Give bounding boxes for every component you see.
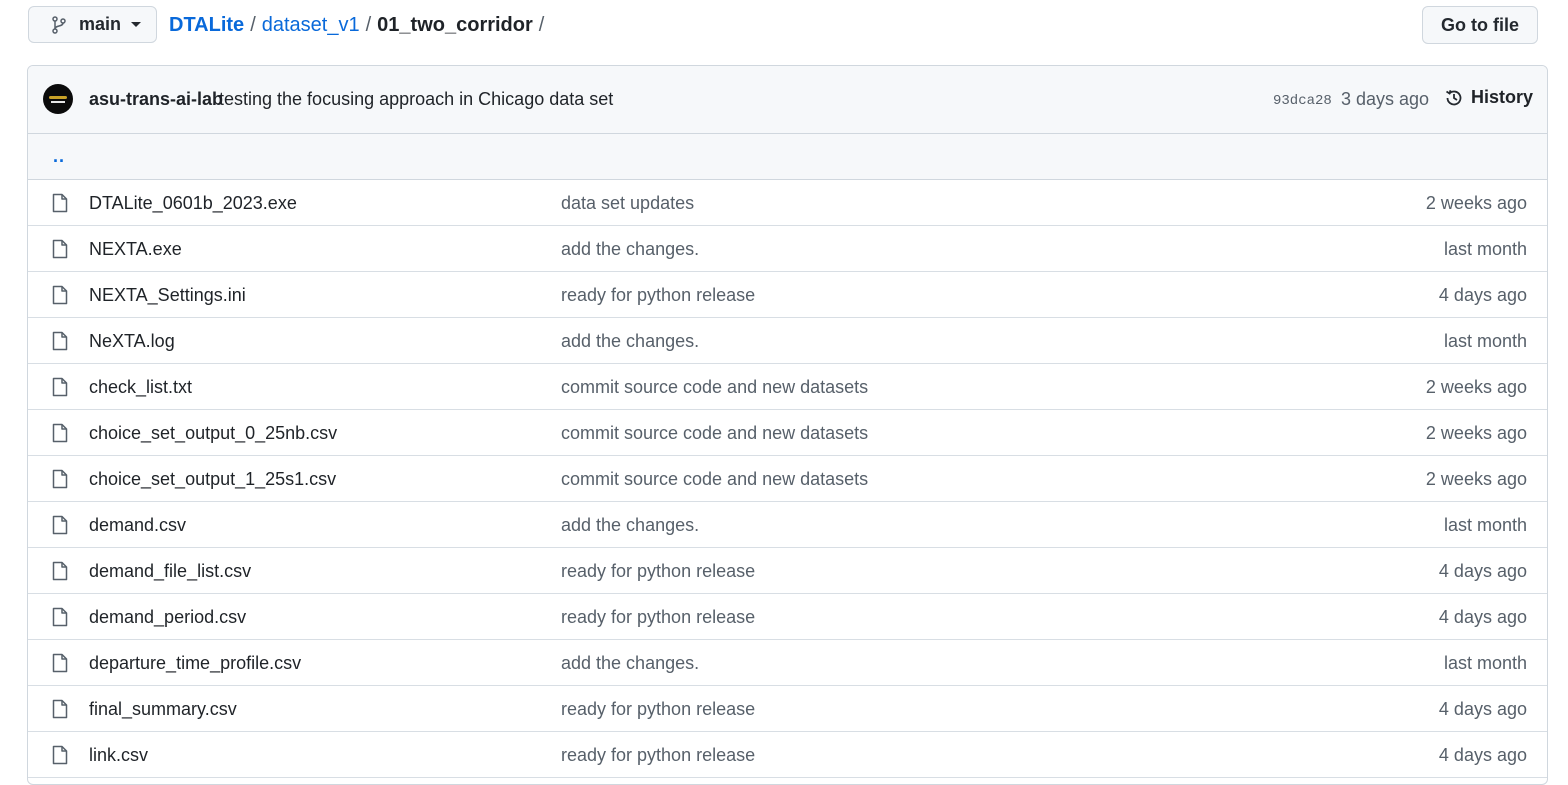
file-commit-message-link[interactable]: ready for python release [561,699,755,720]
history-label: History [1471,87,1534,107]
file-browser: asu-trans-ai-lab testing the focusing ap… [27,65,1548,785]
file-icon [51,745,69,765]
commit-sha-link[interactable]: 93dca28 [1273,93,1332,109]
file-row[interactable]: choice_set_output_1_25s1.csv commit sour… [28,456,1547,502]
file-row[interactable]: choice_set_output_0_25nb.csv commit sour… [28,410,1547,456]
file-commit-time: last month [1443,239,1527,259]
file-name-link[interactable]: demand_period.csv [89,607,246,628]
file-commit-message-link[interactable]: commit source code and new datasets [561,469,868,490]
file-row[interactable]: demand_period.csv ready for python relea… [28,594,1547,640]
file-icon [51,469,69,489]
file-commit-time: last month [1443,515,1527,535]
file-commit-time: 4 days ago [1438,607,1527,627]
file-row[interactable]: DTALite_0601b_2023.exe data set updates … [28,180,1547,226]
breadcrumb-separator: / [538,14,545,36]
file-row[interactable]: NeXTA.log add the changes. last month [28,318,1547,364]
breadcrumb-separator: / [365,14,372,36]
file-commit-time: 2 weeks ago [1425,469,1527,489]
file-commit-message-link[interactable]: ready for python release [561,745,755,766]
breadcrumb-folder-link[interactable]: dataset_v1 [262,14,360,37]
file-commit-time: 4 days ago [1438,745,1527,765]
file-name-link[interactable]: demand.csv [89,515,186,536]
file-commit-message-link[interactable]: ready for python release [561,285,755,306]
chevron-down-icon [131,22,142,27]
breadcrumb: DTALite / dataset_v1 / 01_two_corridor / [169,14,550,37]
history-button[interactable]: History [1444,87,1533,108]
file-row[interactable]: link.csv ready for python release 4 days… [28,732,1547,778]
branch-select-button[interactable]: main [28,6,157,43]
file-icon [51,377,69,397]
file-name-link[interactable]: link.csv [89,745,148,766]
file-row[interactable]: demand.csv add the changes. last month [28,502,1547,548]
file-name-link[interactable]: final_summary.csv [89,699,237,720]
file-commit-message-link[interactable]: data set updates [561,193,694,214]
file-name-link[interactable]: NEXTA_Settings.ini [89,285,246,306]
file-name-link[interactable]: NeXTA.log [89,331,175,352]
file-commit-time: 2 weeks ago [1425,193,1527,213]
file-commit-message-link[interactable]: ready for python release [561,561,755,582]
file-icon [51,561,69,581]
file-row[interactable]: check_list.txt commit source code and ne… [28,364,1547,410]
file-row[interactable]: NEXTA.exe add the changes. last month [28,226,1547,272]
file-row[interactable]: departure_time_profile.csv add the chang… [28,640,1547,686]
file-name-link[interactable]: choice_set_output_1_25s1.csv [89,469,336,490]
file-name-link[interactable]: departure_time_profile.csv [89,653,301,674]
file-commit-message-link[interactable]: commit source code and new datasets [561,377,868,398]
file-icon [51,331,69,351]
breadcrumb-current-folder: 01_two_corridor [377,14,533,36]
branch-name: main [79,14,122,34]
latest-commit-bar: asu-trans-ai-lab testing the focusing ap… [28,66,1547,134]
file-list: DTALite_0601b_2023.exe data set updates … [28,180,1547,778]
file-row[interactable]: final_summary.csv ready for python relea… [28,686,1547,732]
parent-directory-link[interactable]: .. [53,146,65,167]
parent-directory-row[interactable]: .. [28,134,1547,180]
go-to-file-button[interactable]: Go to file [1422,6,1538,44]
repo-topbar: main DTALite / dataset_v1 / 01_two_corri… [28,6,1538,46]
breadcrumb-separator: / [250,14,256,36]
file-icon [51,193,69,213]
file-commit-message-link[interactable]: add the changes. [561,331,699,352]
file-commit-message-link[interactable]: add the changes. [561,239,699,260]
file-commit-time: 4 days ago [1438,561,1527,581]
file-commit-message-link[interactable]: ready for python release [561,607,755,628]
file-commit-time: 4 days ago [1438,699,1527,719]
file-icon [51,285,69,305]
file-name-link[interactable]: demand_file_list.csv [89,561,251,582]
file-name-link[interactable]: DTALite_0601b_2023.exe [89,193,297,214]
file-icon [51,423,69,443]
commit-message-link[interactable]: testing the focusing approach in Chicago… [219,89,613,110]
file-row[interactable]: demand_file_list.csv ready for python re… [28,548,1547,594]
file-icon [51,239,69,259]
file-commit-time: last month [1443,653,1527,673]
file-icon [51,607,69,627]
breadcrumb-repo-link[interactable]: DTALite [169,14,244,37]
file-name-link[interactable]: NEXTA.exe [89,239,182,260]
file-commit-time: 4 days ago [1438,285,1527,305]
file-commit-message-link[interactable]: add the changes. [561,515,699,536]
file-name-link[interactable]: choice_set_output_0_25nb.csv [89,423,337,444]
file-commit-time: 2 weeks ago [1425,423,1527,443]
file-commit-time: last month [1443,331,1527,351]
file-icon [51,699,69,719]
file-name-link[interactable]: check_list.txt [89,377,192,398]
commit-time: 3 days ago [1341,89,1430,109]
file-icon [51,515,69,535]
file-commit-message-link[interactable]: add the changes. [561,653,699,674]
history-clock-icon [1444,88,1464,108]
commit-author-link[interactable]: asu-trans-ai-lab [89,89,223,110]
file-commit-message-link[interactable]: commit source code and new datasets [561,423,868,444]
git-branch-icon [51,15,67,34]
file-icon [51,653,69,673]
file-commit-time: 2 weeks ago [1425,377,1527,397]
file-row[interactable]: NEXTA_Settings.ini ready for python rele… [28,272,1547,318]
avatar[interactable] [43,84,73,114]
